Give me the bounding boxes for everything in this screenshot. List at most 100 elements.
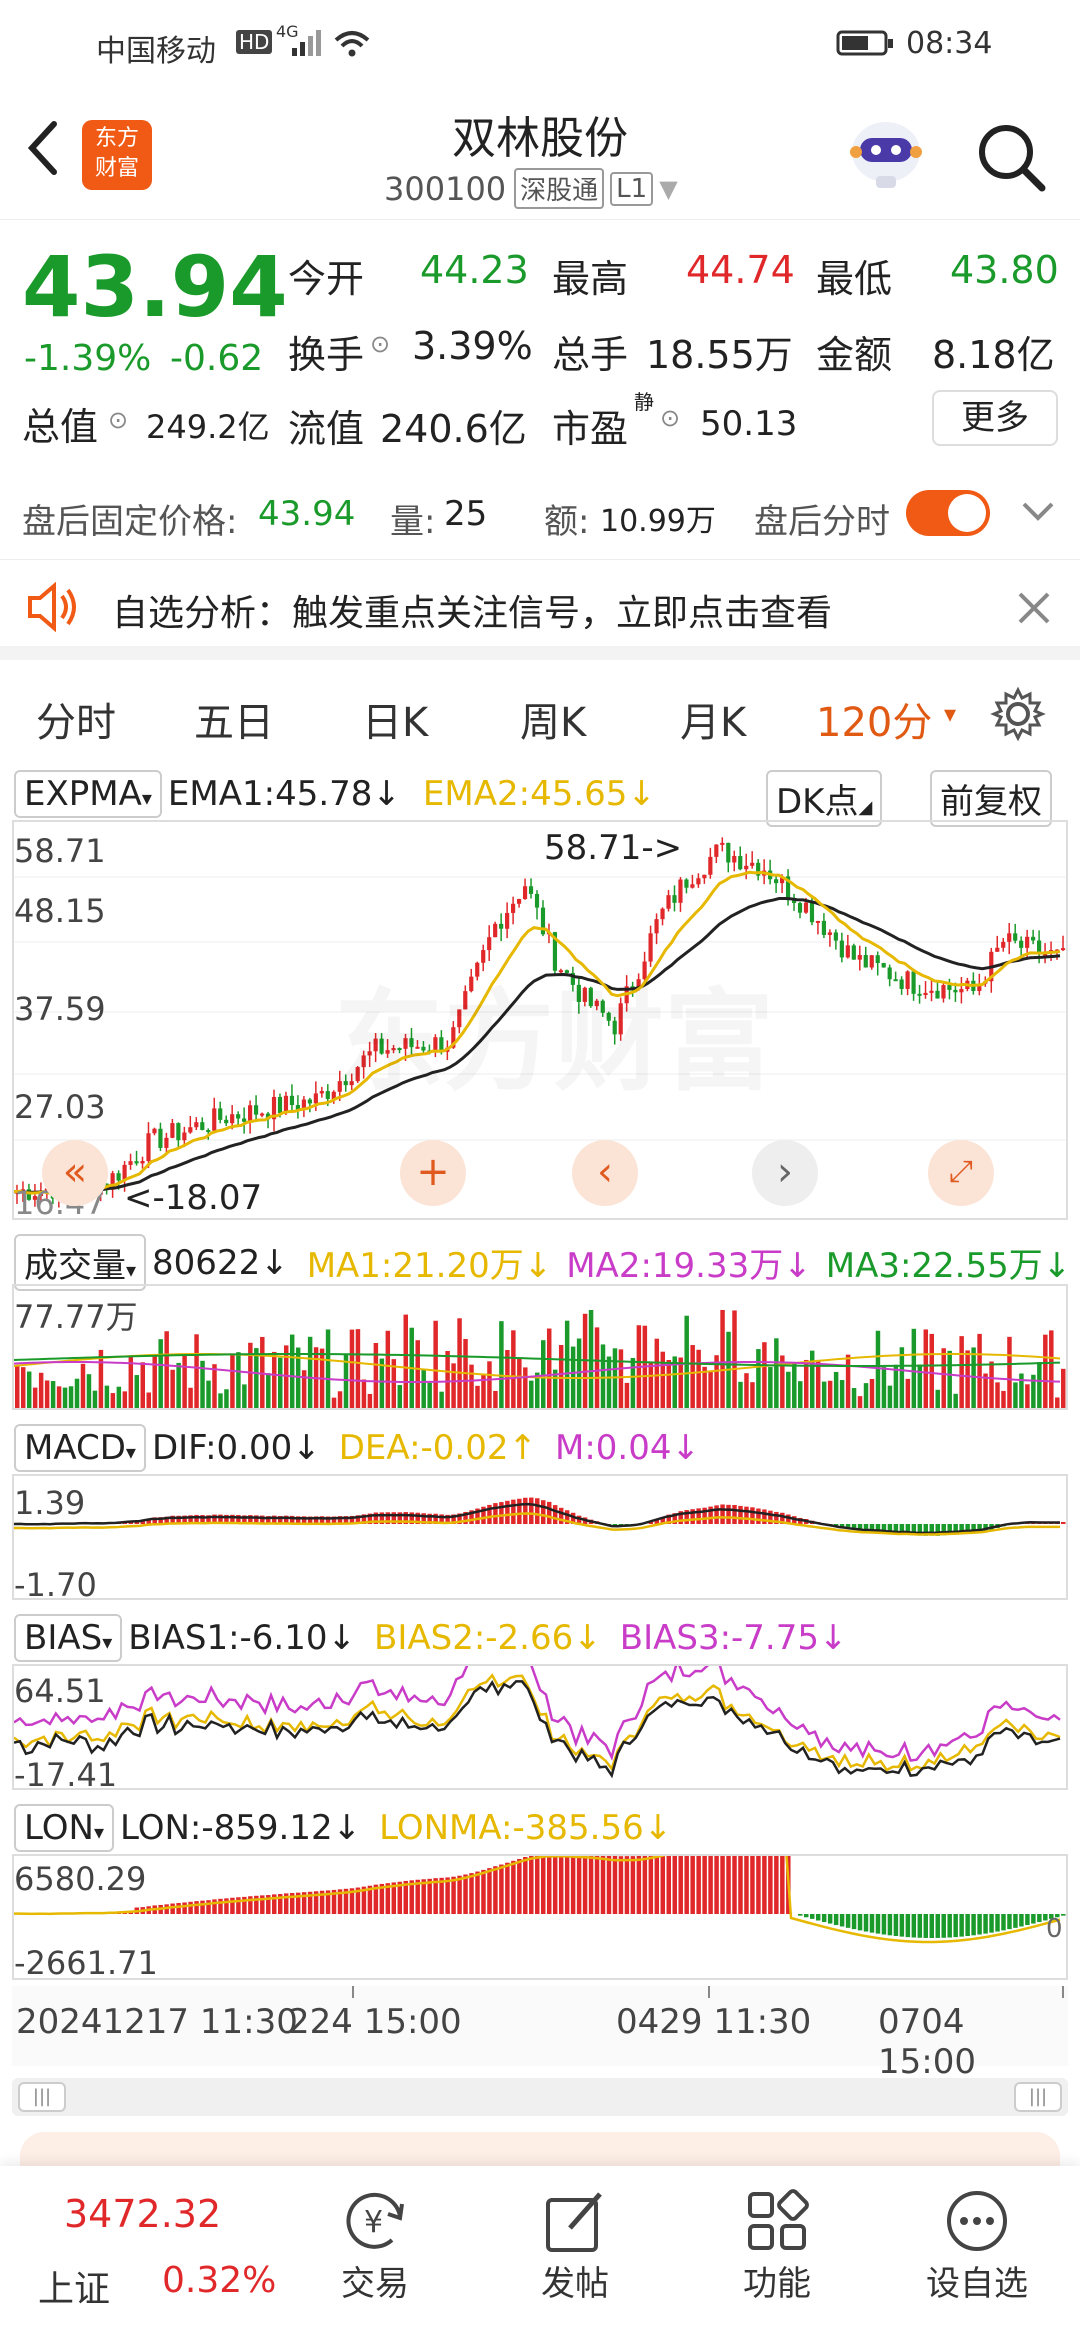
volume-bar xyxy=(875,1330,881,1408)
candle-body xyxy=(499,923,504,929)
lon-bar xyxy=(690,1845,695,1914)
tab-dropdown-icon[interactable]: ▾ xyxy=(944,700,956,728)
lon-bar xyxy=(965,1914,970,1937)
zoom-in-icon[interactable]: + xyxy=(400,1140,466,1206)
robot-assistant-icon[interactable] xyxy=(846,112,926,192)
volume-bar xyxy=(32,1387,38,1408)
candle-body xyxy=(242,1118,247,1122)
tab-120min[interactable]: 120分 xyxy=(816,690,932,748)
range-handle-right[interactable]: ||| xyxy=(1014,2082,1062,2112)
volume-bar xyxy=(690,1345,695,1408)
kline-indicator-select[interactable]: EXPMA▾ xyxy=(14,770,162,818)
tab-intraday[interactable]: 分时 xyxy=(36,690,116,748)
notice-banner[interactable]: 自选分析：触发重点关注信号，立即点击查看 xyxy=(0,560,1080,660)
volume-bar xyxy=(74,1378,80,1408)
macd-bar xyxy=(552,1505,558,1524)
low-value: 43.80 xyxy=(950,248,1059,292)
macd-indicator-select[interactable]: MACD▾ xyxy=(14,1424,146,1472)
macd-chart[interactable] xyxy=(12,1474,1068,1600)
volume-bar xyxy=(809,1350,815,1408)
lon-bar xyxy=(839,1914,845,1927)
candle-body xyxy=(319,1091,324,1094)
next-icon[interactable]: › xyxy=(752,1140,818,1206)
search-icon[interactable] xyxy=(974,120,1048,194)
lon-bar xyxy=(762,1833,767,1914)
lon-y-top: 6580.29 xyxy=(14,1860,147,1898)
clock-label: 08:34 xyxy=(906,26,993,61)
volume-bar xyxy=(80,1363,86,1408)
volume-indicator-select[interactable]: 成交量▾ xyxy=(14,1234,147,1291)
info-icon[interactable]: ⊙ xyxy=(660,404,680,432)
bias-chart[interactable] xyxy=(12,1640,1068,1790)
nav-add-watchlist-label: 设自选 xyxy=(926,2264,1028,2304)
volume-bar xyxy=(720,1309,725,1408)
close-icon[interactable] xyxy=(1016,590,1052,626)
volume-bar xyxy=(451,1363,456,1408)
index-name[interactable]: 上证 xyxy=(38,2260,110,2312)
candle-body xyxy=(188,1127,193,1133)
candle-body xyxy=(176,1123,181,1141)
more-button[interactable]: 更多 xyxy=(932,390,1058,446)
volume-bar xyxy=(134,1375,140,1408)
nav-post[interactable]: 发帖 xyxy=(510,2166,640,2305)
candle-body xyxy=(845,945,850,958)
range-handle-left[interactable]: ||| xyxy=(18,2082,66,2112)
volume-chart[interactable] xyxy=(12,1284,1068,1410)
lon-bar xyxy=(863,1914,869,1932)
macd-bar xyxy=(714,1505,719,1524)
volume-bar xyxy=(493,1390,498,1408)
lon-bar xyxy=(947,1914,952,1938)
gear-icon[interactable] xyxy=(990,686,1046,742)
macd-bar xyxy=(517,1498,522,1524)
candle-body xyxy=(534,893,540,908)
stock-code: 300100 xyxy=(384,169,507,208)
macd-y-bottom: -1.70 xyxy=(14,1566,97,1604)
lon-indicator-select[interactable]: LON▾ xyxy=(14,1804,114,1852)
lon-y-bottom: -2661.71 xyxy=(14,1944,158,1982)
adjust-button[interactable]: 前复权 xyxy=(930,770,1052,827)
scroll-left-fast-icon[interactable]: « xyxy=(42,1140,108,1206)
tab-five-day[interactable]: 五日 xyxy=(194,690,274,748)
nav-trade[interactable]: ¥ 交易 xyxy=(310,2166,440,2305)
volume-bar xyxy=(278,1357,283,1408)
volume-bar xyxy=(212,1364,217,1408)
tab-weekly-k[interactable]: 周K xyxy=(520,690,586,748)
info-icon[interactable]: ⊙ xyxy=(370,330,390,358)
level-dropdown-icon[interactable]: ▼ xyxy=(659,175,677,203)
candle-body xyxy=(128,1161,133,1165)
lon-chart[interactable] xyxy=(12,1832,1068,1980)
volume-bar xyxy=(881,1367,887,1408)
nav-functions[interactable]: 功能 xyxy=(712,2166,842,2305)
dk-point-button[interactable]: DK点◢ xyxy=(766,770,883,827)
candle-body xyxy=(714,844,719,857)
volume-bar xyxy=(517,1358,522,1408)
macd-legend-row: MACD▾ DIF:0.00↓ DEA:-0.02↑ M:0.04↓ xyxy=(14,1424,700,1472)
tab-daily-k[interactable]: 日K xyxy=(362,690,428,748)
kline-chart[interactable]: 东方财富 xyxy=(12,820,1068,1220)
lon-bar xyxy=(654,1853,660,1914)
volume-bar xyxy=(630,1357,636,1408)
lon-bar xyxy=(845,1914,851,1928)
volume-bar xyxy=(331,1397,337,1408)
lon-bar xyxy=(893,1914,899,1937)
bias-indicator-select[interactable]: BIAS▾ xyxy=(14,1614,123,1662)
ah-toggle[interactable] xyxy=(906,490,990,536)
lon-bar xyxy=(881,1914,887,1935)
volume-bar xyxy=(654,1338,660,1408)
chevron-down-icon[interactable] xyxy=(1020,500,1056,524)
candle-body xyxy=(923,992,928,996)
lon-plot xyxy=(13,1832,1066,1944)
nav-add-watchlist[interactable]: 设自选 xyxy=(912,2166,1042,2305)
tab-monthly-k[interactable]: 月K xyxy=(680,690,746,748)
volume-bar xyxy=(511,1330,516,1408)
candle-body xyxy=(708,856,713,875)
prev-icon[interactable]: ‹ xyxy=(572,1140,638,1206)
index-change[interactable]: 0.32% xyxy=(162,2260,276,2301)
lon-bar xyxy=(827,1914,833,1924)
range-slider[interactable]: ||| ||| xyxy=(12,2078,1068,2116)
index-value[interactable]: 3472.32 xyxy=(64,2192,221,2236)
ah-amt-value: 10.99万 xyxy=(600,504,716,539)
fullscreen-icon[interactable]: ⤢ xyxy=(928,1140,994,1206)
info-icon[interactable]: ⊙ xyxy=(108,406,128,434)
pe-value: 50.13 xyxy=(700,404,798,444)
